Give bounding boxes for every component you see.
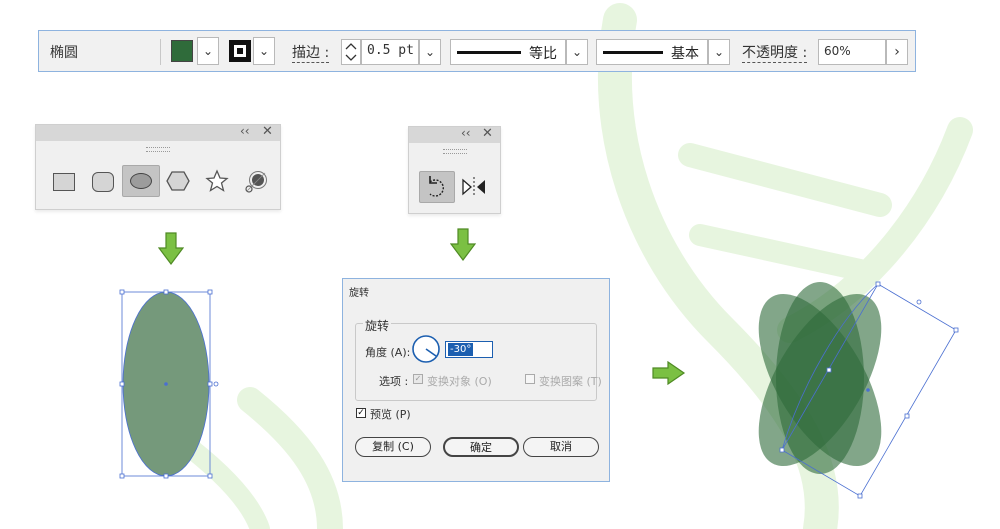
brush-line-preview xyxy=(603,51,663,54)
right-arrow-icon xyxy=(652,361,686,385)
stroke-swatch-core xyxy=(237,48,243,54)
opacity-label[interactable]: 不透明度 : xyxy=(742,42,808,63)
rectangle-tool-icon[interactable] xyxy=(53,173,75,191)
angle-input[interactable]: -30° xyxy=(445,341,493,358)
stroke-weight-stepper[interactable] xyxy=(341,39,361,65)
stroke-weight-dropdown-icon[interactable]: ⌄ xyxy=(419,39,441,65)
collapse-icon[interactable]: ‹‹ xyxy=(240,124,250,138)
profile-line-preview xyxy=(457,51,521,54)
stroke-dropdown-chevron-icon[interactable]: ⌄ xyxy=(253,37,275,65)
transform-objects-label: 变换对象 (O) xyxy=(427,375,492,388)
angle-label: 角度 (A): xyxy=(365,346,411,359)
angle-dial-icon[interactable] xyxy=(411,334,441,364)
divider xyxy=(160,39,161,65)
transform-tools-panel: ‹‹ ✕ xyxy=(408,126,501,214)
panel-grip[interactable] xyxy=(443,149,467,154)
group-title: 旋转 xyxy=(363,317,392,334)
rotate-group-box xyxy=(355,323,597,401)
ellipse-tool-icon xyxy=(130,173,152,189)
copy-button[interactable]: 复制 (C) xyxy=(355,437,431,457)
width-profile-select[interactable]: 等比 xyxy=(450,39,566,65)
preview-label: 预览 (P) xyxy=(370,408,411,421)
rotate-tool-button[interactable] xyxy=(419,171,455,203)
profile-dropdown-chevron-icon[interactable]: ⌄ xyxy=(566,39,588,65)
profile-label: 等比 xyxy=(529,46,557,62)
brush-dropdown-chevron-icon[interactable]: ⌄ xyxy=(708,39,730,65)
cancel-button[interactable]: 取消 xyxy=(523,437,599,457)
close-icon[interactable]: ✕ xyxy=(482,126,493,141)
ellipse-tool-button[interactable] xyxy=(122,165,160,197)
chevron-right-icon[interactable]: › xyxy=(886,39,908,65)
dialog-title: 旋转 xyxy=(349,288,369,299)
transform-objects-checkbox[interactable]: ✓ xyxy=(413,374,423,384)
options-label: 选项 : xyxy=(379,375,409,388)
angle-value: -30° xyxy=(448,343,474,356)
ok-button[interactable]: 确定 xyxy=(443,437,519,457)
down-arrow-icon xyxy=(450,228,476,261)
rounded-rectangle-tool-icon[interactable] xyxy=(92,172,114,192)
opacity-input[interactable]: 60% xyxy=(818,39,886,65)
reflect-tool-icon[interactable] xyxy=(461,175,487,199)
control-bar: 椭圆 ⌄ ⌄ 描边 : 0.5 pt ⌄ 等比 ⌄ 基本 ⌄ 不透明度 : 60… xyxy=(38,30,916,72)
transform-patterns-checkbox[interactable] xyxy=(525,374,535,384)
down-arrow-icon xyxy=(158,232,184,265)
fill-swatch[interactable] xyxy=(171,40,193,62)
polygon-tool-icon[interactable] xyxy=(166,170,190,192)
star-tool-icon[interactable] xyxy=(205,169,229,193)
shape-tools-panel: ‹‹ ✕ xyxy=(35,124,281,210)
preview-checkbox[interactable]: ✓ xyxy=(356,408,366,418)
stepper-arrows-icon xyxy=(345,43,357,61)
ellipse-artwork xyxy=(119,289,219,479)
stroke-label[interactable]: 描边 : xyxy=(292,42,330,63)
fill-dropdown-chevron-icon[interactable]: ⌄ xyxy=(197,37,219,65)
brush-select[interactable]: 基本 xyxy=(596,39,708,65)
collapse-icon[interactable]: ‹‹ xyxy=(461,126,471,140)
stroke-weight-input[interactable]: 0.5 pt xyxy=(361,39,419,65)
transform-patterns-label: 变换图案 (T) xyxy=(539,375,602,388)
rotate-tool-icon xyxy=(429,176,444,197)
stroke-weight-value: 0.5 pt xyxy=(367,43,414,58)
opacity-value: 60% xyxy=(824,44,851,58)
object-type-label: 椭圆 xyxy=(50,45,78,61)
panel-grip[interactable] xyxy=(146,147,170,152)
flare-tool-icon[interactable] xyxy=(243,169,269,195)
stroke-swatch[interactable] xyxy=(229,40,251,62)
close-icon[interactable]: ✕ xyxy=(262,124,273,139)
rotate-dialog: 旋转 旋转 角度 (A): -30° 选项 : ✓ 变换对象 (O) 变换图案 … xyxy=(342,278,610,482)
rotated-ellipses-result xyxy=(758,281,959,499)
stroke-swatch-inner xyxy=(234,45,246,57)
brush-label: 基本 xyxy=(671,46,699,62)
